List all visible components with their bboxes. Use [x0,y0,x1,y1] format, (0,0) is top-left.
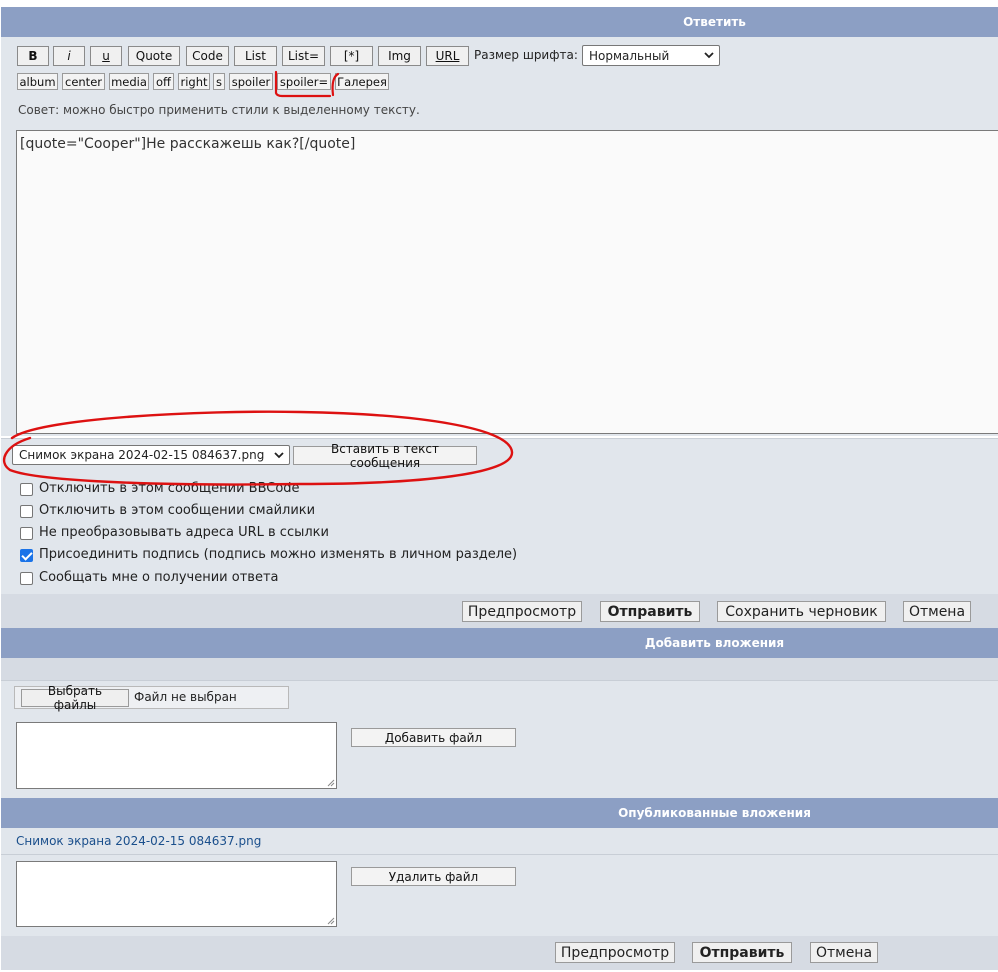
red-annotation-overlay [3,70,514,486]
attachment-annotation-ellipse [3,410,514,486]
gallery-annotation-mark [331,72,340,97]
spoiler-annotation-mark [274,70,332,98]
